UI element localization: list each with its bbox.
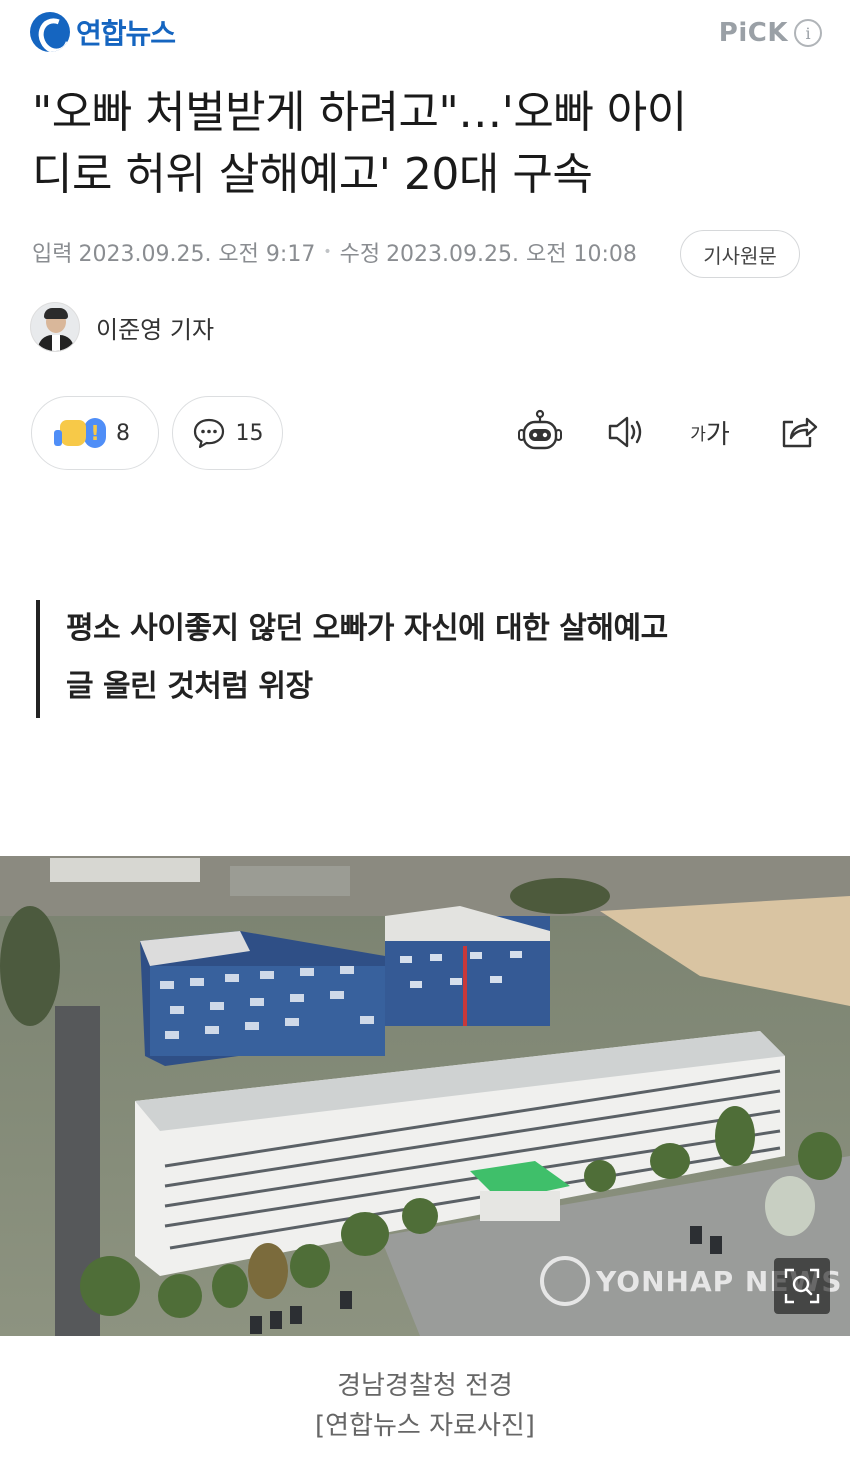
summary-bot-button[interactable] xyxy=(512,404,568,460)
reaction-count: 8 xyxy=(116,420,130,446)
press-name: 연합뉴스 xyxy=(76,17,176,50)
robot-icon xyxy=(518,409,562,450)
photo-caption: 경남경찰청 전경 [연합뉴스 자료사진] xyxy=(0,1366,850,1446)
info-icon[interactable]: i xyxy=(794,19,822,47)
thumbs-up-exclamation-icon: ! xyxy=(54,418,106,448)
speech-bubble-icon xyxy=(193,418,224,449)
original-article-button[interactable]: 기사원문 xyxy=(680,230,800,278)
comment-count: 15 xyxy=(235,420,264,446)
press-logo[interactable]: 연합뉴스 xyxy=(30,12,176,52)
reaction-button[interactable]: ! 8 xyxy=(31,396,159,470)
reporter-info[interactable]: 이준영 기자 xyxy=(30,302,214,352)
speaker-icon xyxy=(608,416,642,448)
share-button[interactable] xyxy=(770,404,826,460)
tts-button[interactable] xyxy=(598,404,654,460)
pick-label: PiCK xyxy=(718,18,788,48)
article-meta: 입력 2023.09.25. 오전 9:17 • 수정 2023.09.25. … xyxy=(32,236,637,268)
article-photo[interactable]: YONHAP NEWS xyxy=(0,856,850,1336)
photo-zoom-button[interactable] xyxy=(774,1258,830,1314)
modified-label: 수정 xyxy=(339,242,381,267)
font-size-button[interactable]: 가가 xyxy=(680,404,740,460)
modified-time: 2023.09.25. 오전 10:08 xyxy=(386,242,637,267)
input-label: 입력 xyxy=(32,242,73,267)
yonhap-logo-icon xyxy=(30,12,70,52)
comment-button[interactable]: 15 xyxy=(172,396,283,470)
top-bar: 연합뉴스 PiCK i xyxy=(0,0,850,70)
reporter-avatar xyxy=(30,302,80,352)
caption-line-1: 경남경찰청 전경 xyxy=(337,1371,513,1401)
article-subheadline: 평소 사이좋지 않던 오빠가 자신에 대한 살해예고 글 올린 것처럼 위장 xyxy=(36,600,816,718)
input-time: 2023.09.25. 오전 9:17 xyxy=(78,242,316,267)
headline-line-1: "오빠 처벌받게 하려고"…'오빠 아이 xyxy=(32,87,687,138)
article-actions: ! 8 15 가가 xyxy=(0,396,850,472)
yonhap-watermark-icon xyxy=(540,1256,590,1306)
article-headline: "오빠 처벌받게 하려고"…'오빠 아이 디로 허위 살해예고' 20대 구속 xyxy=(32,82,822,206)
font-size-large: 가 xyxy=(705,419,730,450)
share-icon xyxy=(782,417,818,448)
pick-badge[interactable]: PiCK i xyxy=(719,18,822,48)
headline-line-2: 디로 허위 살해예고' 20대 구속 xyxy=(32,149,593,200)
font-size-small: 가 xyxy=(690,424,706,445)
reporter-name: 이준영 기자 xyxy=(96,315,215,344)
meta-separator: • xyxy=(323,244,332,260)
subheadline-line-2: 글 올린 것처럼 위장 xyxy=(66,669,313,704)
subheadline-line-1: 평소 사이좋지 않던 오빠가 자신에 대한 살해예고 xyxy=(66,611,668,646)
caption-line-2: [연합뉴스 자료사진] xyxy=(315,1411,535,1441)
zoom-search-icon xyxy=(784,1268,820,1304)
